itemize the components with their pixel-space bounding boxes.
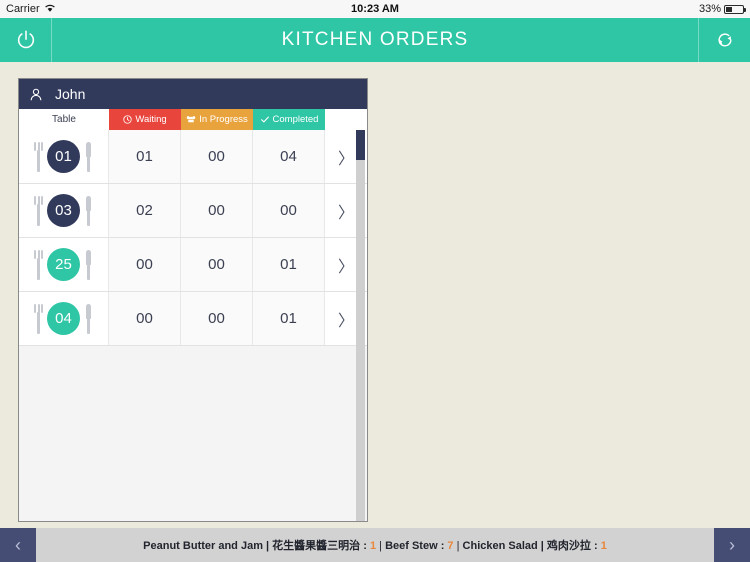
in-progress-count-cell: 00 [181, 184, 253, 237]
chef-hat-icon [186, 116, 196, 123]
table-row[interactable]: 03 02 00 00 〉 [19, 184, 367, 238]
ticker-item-name: Chicken Salad | 鸡肉沙拉 [462, 540, 591, 552]
table-number-badge: 03 [47, 194, 80, 227]
ios-status-bar: Carrier 10:23 AM 33% [0, 0, 750, 18]
status-bar-time: 10:23 AM [351, 3, 399, 15]
table-cell: 03 [19, 184, 109, 237]
vertical-scrollbar-track[interactable] [356, 130, 365, 521]
column-label-in-progress: In Progress [199, 114, 248, 125]
column-header-in-progress[interactable]: In Progress [181, 109, 253, 130]
table-row[interactable]: 25 00 00 01 〉 [19, 238, 367, 292]
power-icon [17, 30, 34, 49]
carrier-label: Carrier [6, 3, 40, 15]
completed-count-cell: 01 [253, 238, 325, 291]
table-row[interactable]: 04 00 00 01 〉 [19, 292, 367, 346]
waiter-name: John [55, 86, 86, 102]
knife-icon [84, 195, 93, 226]
ticker-colon: : [437, 540, 448, 552]
table-cell: 01 [19, 130, 109, 183]
column-header-table[interactable]: Table [19, 109, 109, 130]
in-progress-count-cell: 00 [181, 292, 253, 345]
fork-icon [34, 195, 43, 226]
fork-icon [34, 141, 43, 172]
refresh-icon [717, 33, 732, 47]
waiting-count-cell: 00 [109, 238, 181, 291]
power-button[interactable] [0, 18, 52, 62]
column-label-waiting: Waiting [135, 114, 167, 125]
order-ticker-bar: ‹ Peanut Butter and Jam | 花生醬果醬三明治 : 1 |… [0, 528, 750, 562]
table-cell: 04 [19, 292, 109, 345]
table-number-badge: 01 [47, 140, 80, 173]
ticker-separator: | [376, 540, 386, 552]
column-header-completed[interactable]: Completed [253, 109, 325, 130]
ticker-colon: : [360, 540, 370, 552]
fork-icon [34, 249, 43, 280]
column-header-waiting[interactable]: Waiting [109, 109, 181, 130]
completed-count-cell: 04 [253, 130, 325, 183]
column-label-completed: Completed [272, 114, 319, 125]
page-title: KITCHEN ORDERS [281, 29, 469, 50]
ticker-next-button[interactable]: › [714, 528, 750, 562]
wifi-icon [44, 3, 56, 16]
ticker-separator: | [453, 540, 463, 552]
column-header-row: Table Waiting In Progress Completed [19, 109, 367, 130]
waiting-count-cell: 00 [109, 292, 181, 345]
waiter-header: John [19, 79, 367, 109]
check-icon [260, 116, 269, 123]
clock-icon [123, 115, 132, 124]
knife-icon [84, 141, 93, 172]
app-header: KITCHEN ORDERS [0, 18, 750, 62]
status-bar-left: Carrier [6, 3, 56, 16]
column-label-table: Table [52, 114, 76, 125]
ticker-content: Peanut Butter and Jam | 花生醬果醬三明治 : 1 | B… [36, 537, 714, 553]
refresh-button[interactable] [698, 18, 750, 62]
table-row[interactable]: 01 01 00 04 〉 [19, 130, 367, 184]
battery-icon [724, 4, 746, 14]
user-icon [30, 88, 42, 100]
knife-icon [84, 303, 93, 334]
fork-icon [34, 303, 43, 334]
vertical-scrollbar-thumb[interactable] [356, 130, 365, 160]
knife-icon [84, 249, 93, 280]
ticker-item-qty: 1 [600, 540, 607, 552]
ticker-colon: : [590, 540, 601, 552]
ticker-item-name: Beef Stew [385, 540, 438, 552]
waiting-count-cell: 01 [109, 130, 181, 183]
ticker-item-name: Peanut Butter and Jam | 花生醬果醬三明治 [143, 540, 361, 552]
completed-count-cell: 01 [253, 292, 325, 345]
table-cell: 25 [19, 238, 109, 291]
in-progress-count-cell: 00 [181, 238, 253, 291]
in-progress-count-cell: 00 [181, 130, 253, 183]
table-number-badge: 04 [47, 302, 80, 335]
completed-count-cell: 00 [253, 184, 325, 237]
waiting-count-cell: 02 [109, 184, 181, 237]
ticker-prev-button[interactable]: ‹ [0, 528, 36, 562]
status-bar-right: 33% [698, 3, 746, 15]
orders-panel: John Table Waiting In Progress Completed [18, 78, 368, 522]
orders-list: 01 01 00 04 〉 03 02 00 00 〉 25 00 00 01 〉 04 00 00 01 〉 [19, 130, 367, 521]
battery-percent-label: 33% [698, 3, 721, 15]
column-header-spacer [325, 109, 367, 130]
table-number-badge: 25 [47, 248, 80, 281]
